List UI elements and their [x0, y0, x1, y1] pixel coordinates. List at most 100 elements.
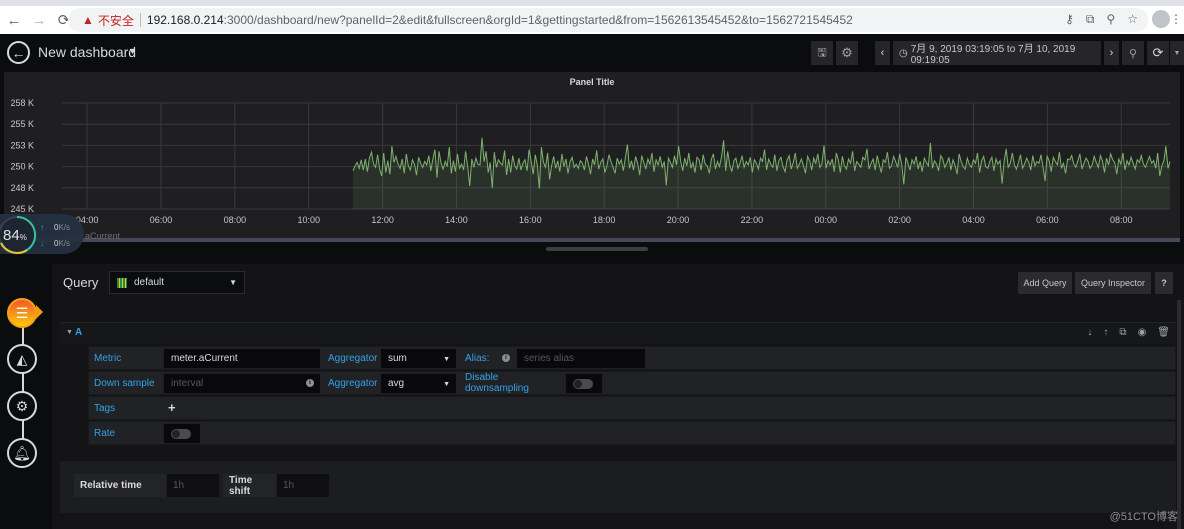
alert-bell-icon[interactable]: 🔔︎ [7, 438, 37, 468]
chevron-down-icon[interactable]: ▼ [128, 46, 137, 56]
gear-icon[interactable]: ⚙ [836, 41, 858, 65]
back-to-dashboard-icon[interactable]: ← [7, 41, 30, 64]
datasource-value: default [134, 277, 165, 288]
browser-menu-icon[interactable]: ⋮ [1170, 12, 1182, 26]
graph-chart: 245 K 248 K 250 K 253 K 255 K 258 K 04:00 06:00… [10, 98, 1171, 225]
y-tick-label: 250 K [10, 162, 34, 172]
back-arrow-icon[interactable]: ← [3, 9, 25, 31]
metric-input[interactable]: meter.aCurrent [163, 348, 321, 369]
database-icon[interactable]: ☰ [7, 298, 37, 328]
ds-aggregator-value: avg [388, 378, 405, 389]
move-up-icon[interactable]: ↑ [1103, 327, 1108, 338]
x-tick-label: 18:00 [593, 215, 616, 225]
url-input[interactable]: ▲ 不安全 192.168.0.214:3000/dashboard/new?p… [68, 8, 1148, 32]
x-tick-label: 22:00 [741, 215, 764, 225]
profile-avatar-icon[interactable] [1152, 10, 1170, 28]
editor-steps-line [22, 320, 24, 450]
y-tick-label: 245 K [10, 204, 34, 214]
upload-value: 0K/s [54, 223, 71, 232]
graph-panel[interactable]: 245 K 248 K 250 K 253 K 255 K 258 K 04:00 06:00… [4, 72, 1180, 238]
percent-sign: % [19, 233, 27, 242]
relative-time-label: Relative time [74, 474, 166, 497]
url-host: 192.168.0.214 [146, 13, 224, 27]
alias-input[interactable]: series alias [516, 348, 646, 369]
panel-resize-handle[interactable] [546, 247, 648, 251]
rate-toggle[interactable] [171, 429, 191, 439]
warning-icon: ▲ [82, 13, 94, 27]
query-label: Query [63, 275, 99, 290]
datasource-select[interactable]: default ▼ [109, 271, 245, 294]
zoom-out-icon[interactable]: ⚲ [1122, 41, 1144, 65]
time-forward-icon[interactable]: › [1104, 41, 1119, 65]
y-tick-label: 258 K [10, 98, 34, 108]
x-tick-label: 12:00 [371, 215, 394, 225]
dashboard-title[interactable]: New dashboard [38, 44, 136, 60]
zoom-icon[interactable]: ⚲ [1106, 12, 1115, 27]
relative-time-input[interactable]: 1h [167, 474, 219, 497]
dashboard-navbar: ← New dashboard ▼ 🖫 ⚙ ‹ ◷ 7月 9, 2019 03:… [0, 34, 1184, 72]
forward-arrow-icon[interactable]: → [28, 9, 50, 31]
clock-icon: ◷ [899, 47, 908, 59]
download-arrow-icon: ↓ [40, 239, 44, 248]
x-tick-label: 10:00 [297, 215, 320, 225]
chevron-down-icon: ▼ [443, 381, 450, 388]
refresh-icon[interactable]: ⟳ [1147, 41, 1169, 65]
chevron-down-icon: ▼ [443, 356, 450, 363]
query-row-header[interactable]: ▼ A ↓ ↑ ⧉ ◉ 🗑︎ [60, 322, 1176, 344]
cpu-percent: 84% [3, 227, 27, 244]
query-ref-id[interactable]: A [75, 327, 82, 338]
query-inspector-button[interactable]: Query Inspector [1075, 272, 1151, 294]
star-icon[interactable]: ☆ [1127, 12, 1138, 27]
help-button[interactable]: ? [1155, 272, 1173, 294]
time-range-picker[interactable]: ◷ 7月 9, 2019 03:19:05 to 7月 10, 2019 09:… [893, 41, 1101, 66]
upload-arrow-icon: ↑ [40, 223, 44, 232]
y-tick-label: 255 K [10, 119, 34, 129]
x-tick-label: 02:00 [888, 215, 911, 225]
save-icon[interactable]: 🖫 [811, 41, 833, 65]
watermark: @51CTO博客 [1109, 511, 1178, 523]
rate-label: Rate [89, 422, 162, 444]
add-query-button[interactable]: Add Query [1018, 272, 1072, 294]
datasource-logo-icon [117, 277, 127, 288]
trash-icon[interactable]: 🗑︎ [1157, 327, 1170, 338]
rate-row: Rate [88, 421, 1176, 445]
downsample-input[interactable]: interval [163, 373, 321, 394]
info-icon[interactable]: i [306, 379, 314, 387]
add-tag-plus-icon[interactable]: + [168, 400, 176, 415]
url-path: :3000/dashboard/new?panelId=2&edit&fulls… [223, 13, 853, 27]
time-shift-label: Time shift [223, 474, 276, 497]
browser-address-bar: ← → ⟳ ▲ 不安全 192.168.0.214:3000/dashboard… [0, 6, 1184, 34]
tags-row: Tags + [88, 396, 1176, 420]
editor-scrollbar[interactable] [1177, 300, 1181, 529]
translate-icon[interactable]: ⧉ [1086, 12, 1095, 27]
x-tick-label: 16:00 [519, 215, 542, 225]
x-tick-label: 08:00 [1110, 215, 1133, 225]
y-tick-label: 248 K [10, 183, 34, 193]
disable-downsampling-label: Disable downsampling [460, 372, 564, 394]
ds-aggregator-select[interactable]: avg ▼ [380, 373, 457, 394]
aggregator-select[interactable]: sum ▼ [380, 348, 457, 369]
download-rate: ↓ 0K/s [40, 239, 70, 248]
metric-label: Metric [89, 347, 162, 369]
time-shift-input[interactable]: 1h [277, 474, 329, 497]
eye-icon[interactable]: ◉ [1138, 327, 1147, 338]
disable-downsampling-toggle[interactable] [573, 379, 593, 389]
ds-aggregator-label: Aggregator [323, 372, 379, 394]
panel-title[interactable]: Panel Title [4, 77, 1180, 87]
visualization-icon[interactable]: ◭ [7, 344, 37, 374]
chevron-down-icon: ▼ [229, 278, 237, 287]
time-range-label: 7月 9, 2019 03:19:05 to 7月 10, 2019 09:19… [910, 44, 1076, 66]
upload-rate: ↑ 0K/s [40, 223, 70, 232]
general-settings-icon[interactable]: ⚙ [7, 391, 37, 421]
key-icon[interactable]: ⚷ [1065, 12, 1074, 27]
move-down-icon[interactable]: ↓ [1087, 327, 1092, 338]
collapse-caret-icon[interactable]: ▼ [66, 329, 73, 336]
info-icon[interactable]: i [502, 354, 510, 362]
duplicate-icon[interactable]: ⧉ [1119, 327, 1126, 338]
metric-row: Metric meter.aCurrent Aggregator sum ▼ Al… [88, 346, 1176, 370]
refresh-dropdown-icon[interactable]: ▼ [1170, 41, 1184, 65]
time-back-icon[interactable]: ‹ [875, 41, 890, 65]
security-warning[interactable]: 不安全 [98, 12, 134, 29]
query-actions: ↓ ↑ ⧉ ◉ 🗑︎ [1087, 327, 1170, 338]
x-tick-label: 06:00 [1036, 215, 1059, 225]
